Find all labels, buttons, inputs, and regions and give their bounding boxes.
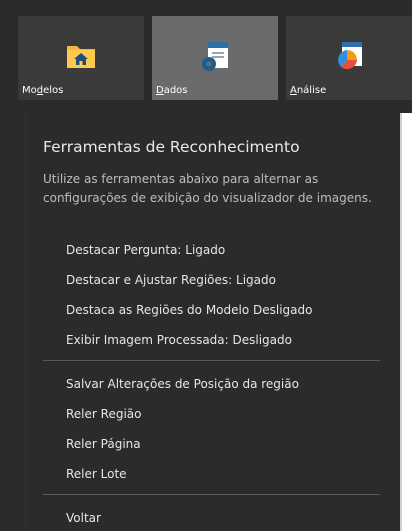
toggle-highlight-adjust-regions[interactable]: Destacar e Ajustar Regiões: Ligado [66,273,276,287]
folder-home-icon [67,46,95,68]
tab-dados[interactable]: Dados [152,16,278,100]
back-button[interactable]: Voltar [66,511,101,525]
pie-chart-icon [338,42,362,70]
toggle-processed-image[interactable]: Exibir Imagem Processada: Desligado [66,333,292,347]
tab-modelos-label: Modelos [22,85,64,96]
tab-dados-label: Dados [156,85,188,96]
tab-analise[interactable]: Análise [286,16,412,100]
ribbon: Modelos Dados Análise [0,0,412,113]
document-gear-icon [202,42,228,71]
panel-title: Ferramentas de Reconhecimento [43,138,300,156]
panel-description: Utilize as ferramentas abaixo para alter… [43,172,372,205]
viewer-border [400,113,402,531]
recognition-tools-panel: Ferramentas de Reconhecimento Utilize as… [25,113,401,531]
viewer-edge [400,113,412,531]
divider [43,494,380,495]
toggle-highlight-question[interactable]: Destacar Pergunta: Ligado [66,243,225,257]
save-region-position-button[interactable]: Salvar Alterações de Posição da região [66,377,299,391]
reread-page-button[interactable]: Reler Página [66,437,141,451]
toggle-model-regions[interactable]: Destaca as Regiões do Modelo Desligado [66,303,312,317]
tab-modelos[interactable]: Modelos [18,16,144,100]
divider [43,360,380,361]
tab-analise-label: Análise [290,85,327,96]
reread-batch-button[interactable]: Reler Lote [66,467,127,481]
reread-region-button[interactable]: Reler Região [66,407,141,421]
